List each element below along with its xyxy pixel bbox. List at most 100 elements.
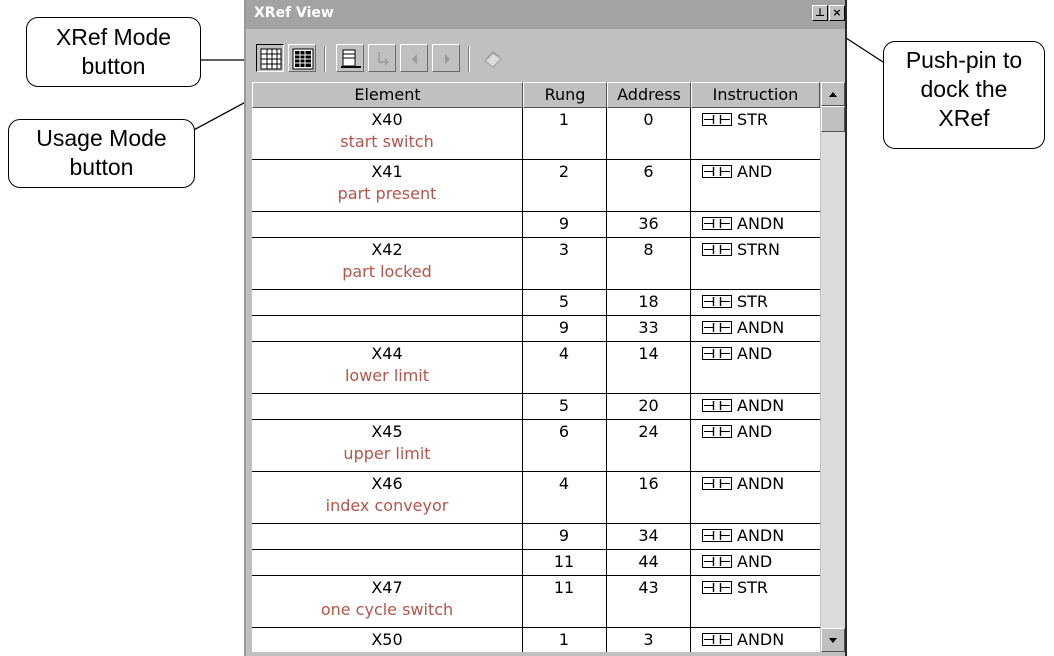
table-row[interactable]: 9 36 ANDN (252, 212, 820, 238)
contact-icon (702, 217, 732, 230)
contact-icon (702, 425, 732, 438)
toolbar-separator (468, 46, 470, 72)
arrow-up-icon (829, 92, 837, 97)
instruction-cell: AND (702, 551, 820, 573)
rung-cell: 9 (558, 318, 570, 337)
table-row[interactable]: 9 33 ANDN (252, 316, 820, 342)
find-button[interactable] (336, 44, 364, 72)
instruction-text: ANDN (737, 630, 785, 649)
toolbar-separator (324, 46, 326, 72)
find-icon (341, 49, 361, 68)
contact-icon (702, 113, 732, 126)
instruction-text: STR (737, 110, 769, 129)
table-row[interactable]: X41 part present 2 6 AND (252, 160, 820, 212)
goto-icon (378, 52, 390, 66)
vertical-scrollbar[interactable] (821, 82, 845, 652)
scroll-down-button[interactable] (821, 628, 845, 652)
address-cell: 43 (638, 578, 659, 597)
column-header-instruction[interactable]: Instruction (691, 82, 820, 108)
rung-cell: 11 (553, 578, 575, 597)
address-cell: 0 (643, 110, 654, 129)
instruction-text: ANDN (737, 526, 785, 545)
rung-cell: 1 (558, 630, 570, 649)
address-cell: 6 (643, 162, 654, 181)
table-row[interactable]: X50 1 3 ANDN (252, 628, 820, 652)
xref-view-window: XRef View ⊥ × Element Rung Address Instr… (244, 0, 847, 656)
table-row[interactable]: X44 lower limit 4 14 AND (252, 342, 820, 394)
contact-icon (702, 347, 732, 360)
scroll-thumb[interactable] (821, 106, 845, 132)
instruction-cell: ANDN (702, 629, 820, 651)
title-bar[interactable]: XRef View ⊥ × (246, 0, 845, 29)
table-row[interactable]: 5 20 ANDN (252, 394, 820, 420)
column-header-rung[interactable]: Rung (523, 82, 607, 108)
instruction-text: STR (737, 578, 769, 597)
instruction-text: ANDN (737, 318, 785, 337)
table-row[interactable]: 11 44 AND (252, 550, 820, 576)
element-name: X40 (371, 110, 403, 129)
prev-icon (412, 54, 417, 64)
next-button[interactable] (432, 44, 460, 72)
element-description: index conveyor (325, 496, 449, 515)
rung-cell: 4 (558, 344, 570, 363)
column-header-element[interactable]: Element (252, 82, 523, 108)
address-cell: 14 (638, 344, 659, 363)
instruction-text: AND (737, 162, 773, 181)
address-cell: 24 (638, 422, 659, 441)
element-name: X41 (371, 162, 403, 181)
instruction-text: AND (737, 344, 773, 363)
usage-mode-callout: Usage Mode button (8, 119, 195, 188)
instruction-cell: ANDN (702, 395, 820, 417)
rung-cell: 2 (558, 162, 570, 181)
instruction-cell: STR (702, 291, 820, 313)
contact-icon (702, 321, 732, 334)
table-row[interactable]: X47 one cycle switch 11 43 STR (252, 576, 820, 628)
instruction-text: AND (737, 422, 773, 441)
instruction-text: STR (737, 292, 769, 311)
instruction-text: ANDN (737, 214, 785, 233)
contact-icon (702, 399, 732, 412)
address-cell: 34 (638, 526, 659, 545)
xref-table: Element Rung Address Instruction X40 star… (252, 82, 820, 652)
element-name: X46 (371, 474, 403, 493)
contact-icon (702, 581, 732, 594)
contact-icon (702, 243, 732, 256)
instruction-text: ANDN (737, 396, 785, 415)
element-description: part present (337, 184, 437, 203)
pushpin-button[interactable]: ⊥ (812, 5, 828, 21)
rung-cell: 6 (558, 422, 570, 441)
instruction-cell: AND (702, 161, 820, 183)
table-row[interactable]: X46 index conveyor 4 16 ANDN (252, 472, 820, 524)
element-description: lower limit (344, 366, 430, 385)
address-cell: 36 (638, 214, 659, 233)
table-row[interactable]: 9 34 ANDN (252, 524, 820, 550)
table-row[interactable]: X42 part locked 3 8 STRN (252, 238, 820, 290)
contact-icon (702, 477, 732, 490)
element-cell: X41 part present (252, 161, 522, 205)
instruction-text: AND (737, 552, 773, 571)
arrow-down-icon (829, 638, 837, 643)
previous-button[interactable] (400, 44, 428, 72)
usage-mode-button[interactable] (288, 44, 316, 72)
column-header-address[interactable]: Address (607, 82, 691, 108)
element-name: X45 (371, 422, 403, 441)
rung-cell: 9 (558, 214, 570, 233)
xref-mode-button[interactable] (256, 44, 284, 72)
close-button[interactable]: × (829, 5, 845, 21)
contact-icon (702, 555, 732, 568)
goto-button[interactable] (368, 44, 396, 72)
element-name: X50 (371, 630, 403, 649)
rung-cell: 9 (558, 526, 570, 545)
element-cell: X50 (252, 629, 522, 651)
table-row[interactable]: X40 start switch 1 0 STR (252, 108, 820, 160)
instruction-cell: STR (702, 577, 820, 599)
scroll-up-button[interactable] (821, 82, 845, 106)
table-row[interactable]: 5 18 STR (252, 290, 820, 316)
element-cell: X42 part locked (252, 239, 522, 283)
print-button[interactable] (478, 44, 506, 72)
table-row[interactable]: X45 upper limit 6 24 AND (252, 420, 820, 472)
instruction-text: ANDN (737, 474, 785, 493)
toolbar (246, 36, 845, 78)
rung-cell: 4 (558, 474, 570, 493)
usage-mode-icon (292, 48, 314, 70)
